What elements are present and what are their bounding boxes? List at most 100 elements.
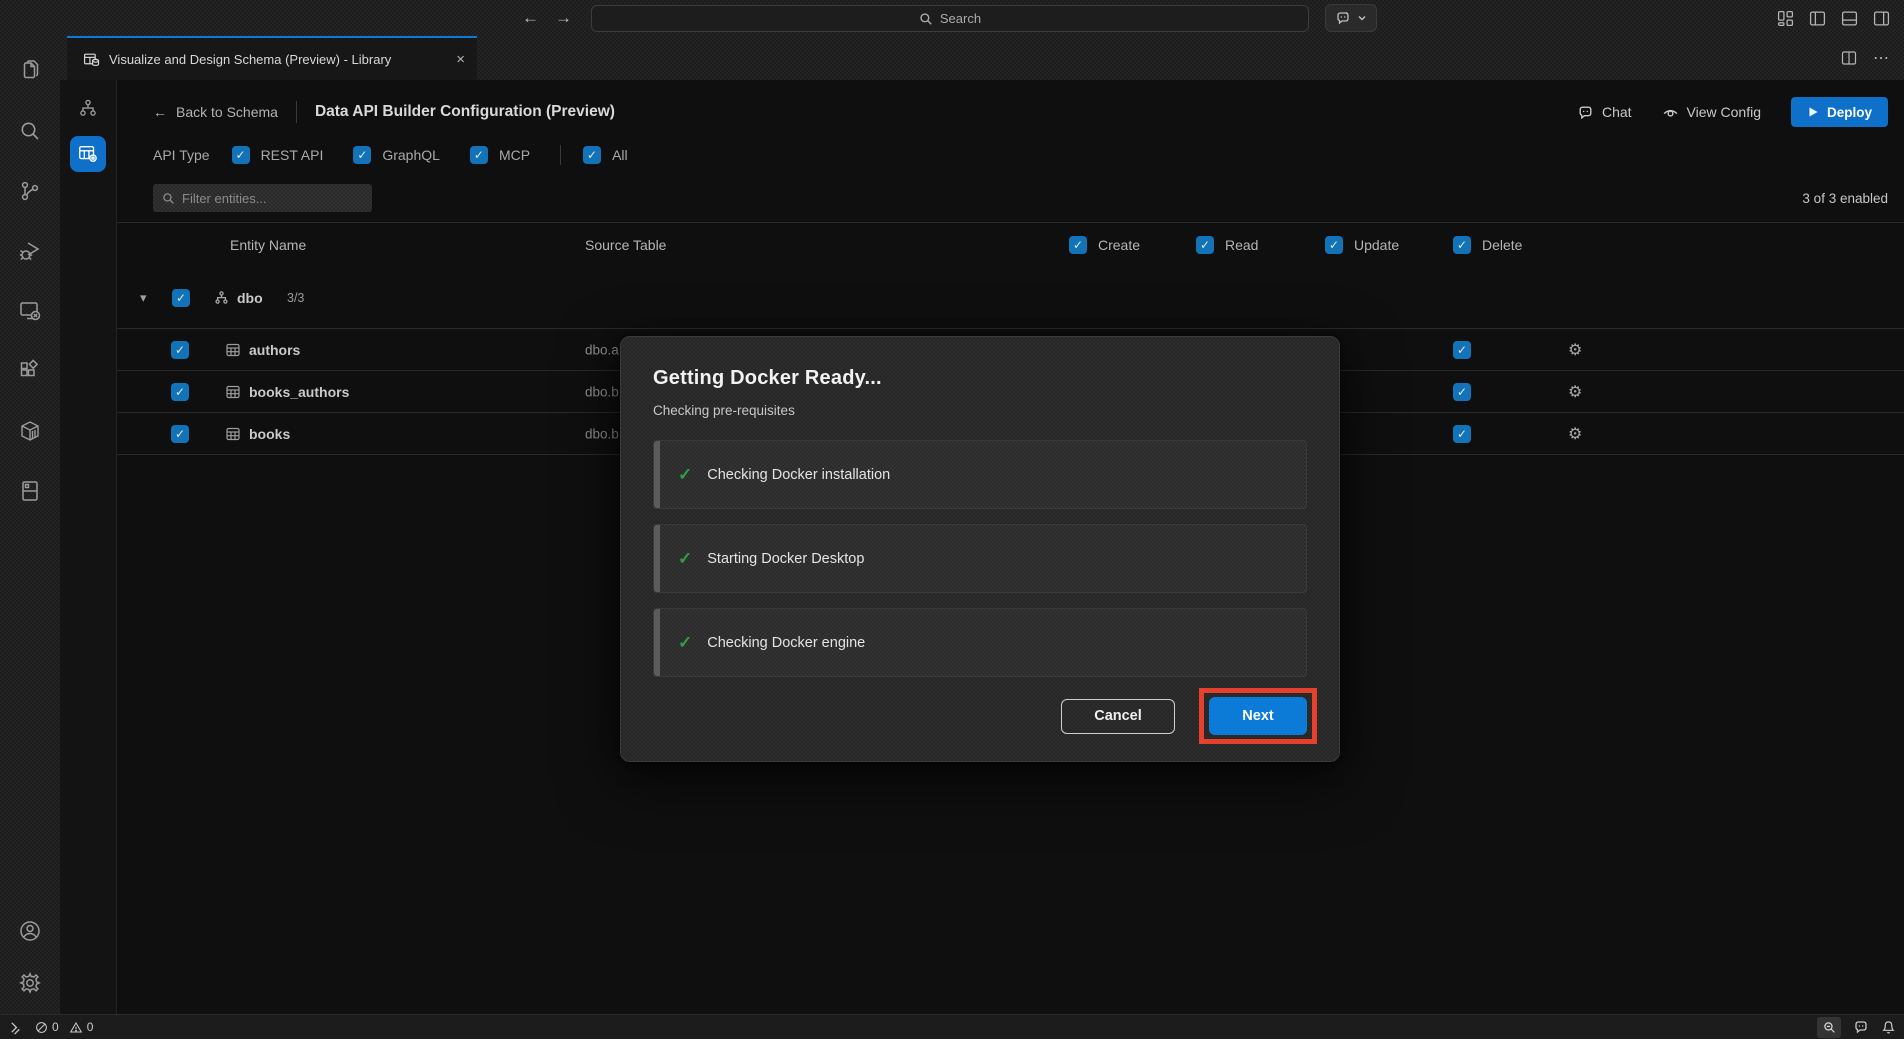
database-projects-icon[interactable] bbox=[17, 478, 43, 504]
rest-api-checkbox[interactable]: ✓ bbox=[232, 146, 250, 164]
row-settings-gear-icon[interactable]: ⚙ bbox=[1568, 340, 1582, 360]
notifications-bell-icon[interactable] bbox=[1881, 1020, 1896, 1035]
mcp-checkbox[interactable]: ✓ bbox=[470, 146, 488, 164]
account-icon[interactable] bbox=[17, 918, 43, 944]
nav-back-icon[interactable]: ← bbox=[522, 8, 539, 28]
search-placeholder: Search bbox=[940, 11, 981, 26]
customize-layout-icon[interactable] bbox=[1777, 10, 1794, 27]
toggle-primary-sidebar-icon[interactable] bbox=[1809, 10, 1826, 27]
search-icon bbox=[919, 12, 933, 26]
search-sidebar-icon[interactable] bbox=[17, 118, 43, 144]
step-accent-bar bbox=[654, 609, 660, 676]
tab-close-icon[interactable]: × bbox=[456, 51, 465, 68]
explorer-icon[interactable] bbox=[17, 58, 43, 84]
tab-visualize-design-schema[interactable]: Visualize and Design Schema (Preview) - … bbox=[67, 36, 477, 80]
entity-name: books_authors bbox=[249, 384, 349, 400]
read-column-header: Read bbox=[1225, 237, 1258, 253]
delete-all-checkbox[interactable]: ✓ bbox=[1453, 236, 1471, 254]
toggle-panel-icon[interactable] bbox=[1841, 10, 1858, 27]
api-type-filter-row: API Type ✓ REST API ✓ GraphQL ✓ MCP ✓ Al… bbox=[153, 138, 1888, 172]
row-checkbox[interactable]: ✓ bbox=[171, 425, 189, 443]
copilot-status-icon[interactable] bbox=[1853, 1019, 1869, 1035]
warning-icon bbox=[69, 1021, 83, 1034]
status-bar: 0 0 bbox=[0, 1014, 1904, 1039]
problems-indicator[interactable]: 0 0 bbox=[35, 1020, 93, 1034]
graphql-option: ✓ GraphQL bbox=[353, 146, 440, 164]
check-success-icon: ✓ bbox=[678, 549, 692, 569]
remote-indicator-icon[interactable] bbox=[8, 1020, 23, 1035]
schema-group-name: dbo bbox=[237, 290, 263, 306]
nav-forward-icon[interactable]: → bbox=[555, 8, 572, 28]
dialog-title: Getting Docker Ready... bbox=[653, 367, 1307, 390]
dialog-subtitle: Checking pre-requisites bbox=[653, 403, 1307, 418]
entity-table-header: Entity Name Source Table ✓Create ✓Read ✓… bbox=[117, 223, 1904, 267]
all-label: All bbox=[612, 147, 628, 163]
enabled-count: 3 of 3 enabled bbox=[1802, 191, 1888, 206]
chat-button[interactable]: Chat bbox=[1577, 104, 1632, 121]
delete-column-header: Delete bbox=[1482, 237, 1522, 253]
table-icon bbox=[225, 384, 241, 400]
schema-group-count: 3/3 bbox=[287, 291, 304, 305]
row-checkbox[interactable]: ✓ bbox=[171, 341, 189, 359]
page-title: Data API Builder Configuration (Preview) bbox=[315, 103, 615, 121]
extensions-icon[interactable] bbox=[17, 358, 43, 384]
back-arrow-icon: ← bbox=[153, 104, 167, 120]
update-column-header: Update bbox=[1354, 237, 1399, 253]
more-actions-icon[interactable]: ⋯ bbox=[1873, 48, 1890, 68]
create-column-header: Create bbox=[1098, 237, 1140, 253]
command-center-search[interactable]: Search bbox=[591, 5, 1309, 32]
row-settings-gear-icon[interactable]: ⚙ bbox=[1568, 424, 1582, 444]
deploy-button[interactable]: Deploy bbox=[1791, 97, 1888, 127]
api-options-divider bbox=[560, 145, 561, 165]
remote-explorer-icon[interactable] bbox=[17, 298, 43, 324]
schema-group-checkbox[interactable]: ✓ bbox=[172, 289, 190, 307]
step-accent-bar bbox=[654, 525, 660, 592]
next-button[interactable]: Next bbox=[1209, 697, 1307, 735]
row-delete-checkbox[interactable]: ✓ bbox=[1453, 425, 1471, 443]
update-all-checkbox[interactable]: ✓ bbox=[1325, 236, 1343, 254]
toggle-secondary-sidebar-icon[interactable] bbox=[1873, 10, 1890, 27]
row-delete-checkbox[interactable]: ✓ bbox=[1453, 341, 1471, 359]
title-bar: ← → Search bbox=[0, 0, 1904, 36]
schema-diagram-view-icon[interactable] bbox=[74, 94, 102, 122]
activity-bar bbox=[0, 36, 60, 1014]
row-delete-checkbox[interactable]: ✓ bbox=[1453, 383, 1471, 401]
zoom-status-icon[interactable] bbox=[1817, 1017, 1841, 1038]
entity-source: dbo.b bbox=[585, 426, 619, 441]
collapse-chevron-icon[interactable]: ▾ bbox=[140, 290, 147, 306]
entity-source: dbo.a bbox=[585, 342, 619, 357]
vscode-window: ← → Search bbox=[0, 0, 1904, 1039]
all-option: ✓ All bbox=[583, 146, 628, 164]
back-to-schema-button[interactable]: ← Back to Schema bbox=[133, 104, 278, 120]
schema-group-row[interactable]: ▾ ✓ dbo 3/3 bbox=[117, 267, 1904, 329]
docker-icon[interactable] bbox=[17, 418, 43, 444]
view-config-button[interactable]: View Config bbox=[1662, 104, 1761, 121]
back-label: Back to Schema bbox=[176, 104, 278, 120]
settings-gear-icon[interactable] bbox=[17, 970, 43, 996]
table-icon bbox=[225, 426, 241, 442]
graphql-checkbox[interactable]: ✓ bbox=[353, 146, 371, 164]
eye-icon bbox=[1662, 104, 1679, 121]
create-all-checkbox[interactable]: ✓ bbox=[1069, 236, 1087, 254]
mcp-option: ✓ MCP bbox=[470, 146, 530, 164]
run-debug-icon[interactable] bbox=[17, 238, 43, 264]
split-editor-icon[interactable] bbox=[1841, 50, 1857, 66]
check-success-icon: ✓ bbox=[678, 465, 692, 485]
cancel-button[interactable]: Cancel bbox=[1061, 699, 1175, 734]
entity-filter-input[interactable] bbox=[182, 191, 352, 206]
rest-api-label: REST API bbox=[261, 147, 324, 163]
row-settings-gear-icon[interactable]: ⚙ bbox=[1568, 382, 1582, 402]
row-checkbox[interactable]: ✓ bbox=[171, 383, 189, 401]
step-item: ✓ Starting Docker Desktop bbox=[653, 524, 1307, 593]
schema-icon bbox=[213, 289, 230, 306]
copilot-menu[interactable] bbox=[1325, 4, 1377, 32]
mcp-label: MCP bbox=[499, 147, 530, 163]
entity-filter-box bbox=[153, 184, 372, 212]
read-all-checkbox[interactable]: ✓ bbox=[1196, 236, 1214, 254]
tab-title: Visualize and Design Schema (Preview) - … bbox=[109, 52, 391, 67]
api-config-view-icon[interactable] bbox=[70, 136, 106, 172]
source-control-icon[interactable] bbox=[17, 178, 43, 204]
step-item: ✓ Checking Docker installation bbox=[653, 440, 1307, 509]
check-success-icon: ✓ bbox=[678, 633, 692, 653]
all-checkbox[interactable]: ✓ bbox=[583, 146, 601, 164]
